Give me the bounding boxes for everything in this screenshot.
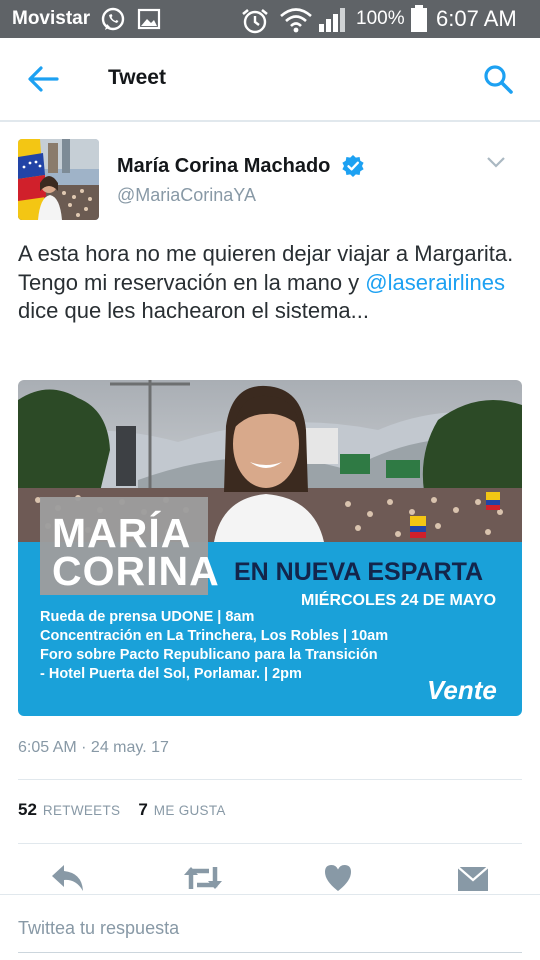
direct-message-icon[interactable]: [457, 863, 489, 893]
whatsapp-icon: [101, 7, 125, 31]
status-bar: Movistar 100% 6:07 AM: [0, 0, 540, 38]
banner-agenda-line: - Hotel Puerta del Sol, Porlamar. | 2pm: [40, 666, 302, 682]
alarm-icon: [242, 8, 268, 34]
retweets-label: RETWEETS: [42, 803, 121, 818]
reply-bar: [0, 894, 540, 960]
reply-icon[interactable]: [50, 863, 86, 893]
tweet-media-image[interactable]: MARÍA CORINA EN NUEVA ESPARTA MIÉRCOLES …: [18, 380, 522, 716]
banner-date: MIÉRCOLES 24 DE MAYO: [301, 592, 497, 609]
author-name[interactable]: María Corina Machado: [117, 155, 330, 178]
tweet-text: A esta hora no me quieren dejar viajar a…: [18, 240, 523, 326]
wifi-icon: [280, 8, 312, 33]
clock: 6:07 AM: [436, 6, 517, 31]
search-icon[interactable]: [482, 63, 514, 95]
battery-icon: [411, 5, 427, 32]
banner-agenda-line: Concentración en La Trinchera, Los Roble…: [40, 628, 389, 644]
back-arrow-icon[interactable]: [26, 64, 60, 94]
app-header: Tweet: [0, 38, 540, 122]
reply-input[interactable]: [18, 915, 522, 953]
battery-percent: 100%: [356, 8, 405, 29]
banner-agenda-line: Rueda de prensa UDONE | 8am: [40, 609, 255, 625]
page-title: Tweet: [108, 66, 166, 89]
retweet-icon[interactable]: [183, 863, 223, 893]
verified-badge-icon: [342, 155, 364, 177]
carrier-label: Movistar: [12, 8, 91, 29]
banner-agenda-line: Foro sobre Pacto Republicano para la Tra…: [40, 647, 378, 663]
author-avatar[interactable]: [18, 139, 99, 220]
likes-label: ME GUSTA: [153, 803, 226, 818]
tweet-stats: 52 RETWEETS 7 ME GUSTA: [18, 800, 226, 820]
vente-logo: Vente: [427, 675, 497, 705]
divider: [18, 779, 522, 780]
avatar-photo: [18, 139, 99, 220]
mention-link[interactable]: @laserairlines: [365, 270, 505, 295]
divider: [18, 843, 522, 844]
banner-headline: EN NUEVA ESPARTA: [234, 558, 484, 586]
banner-name-line-2: CORINA: [52, 548, 220, 594]
like-icon[interactable]: [323, 863, 353, 893]
signal-icon: [319, 8, 345, 32]
likes-count: 7: [138, 800, 148, 819]
author-handle[interactable]: @MariaCorinaYA: [117, 185, 256, 206]
chevron-down-icon[interactable]: [486, 155, 506, 169]
retweets-count: 52: [18, 800, 37, 819]
tweet-timestamp[interactable]: 6:05 AM · 24 may. 17: [18, 739, 169, 757]
gallery-icon: [137, 8, 161, 30]
likes-stat[interactable]: 7 ME GUSTA: [138, 800, 226, 819]
tweet-text-after: dice que les hachearon el sistema...: [18, 298, 369, 323]
retweets-stat[interactable]: 52 RETWEETS: [18, 800, 121, 819]
